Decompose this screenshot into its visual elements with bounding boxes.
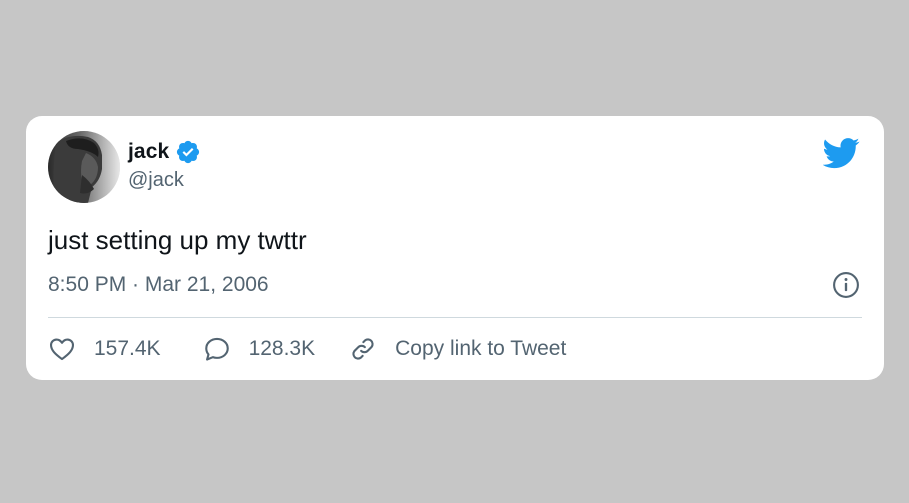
profile-photo: [48, 131, 120, 203]
tweet-text: just setting up my twttr: [48, 225, 307, 255]
link-icon: [352, 338, 374, 360]
reply-button[interactable]: 128.3K: [203, 335, 316, 363]
heart-icon: [49, 338, 75, 361]
tweet-timestamp[interactable]: 8:50 PM · Mar 21, 2006: [48, 273, 269, 297]
avatar[interactable]: [48, 131, 120, 203]
info-icon[interactable]: [832, 271, 860, 299]
tweet-actions: 157.4K 128.3K Copy link to Tweet: [48, 334, 566, 364]
author-handle[interactable]: @jack: [128, 169, 184, 192]
divider: [48, 317, 862, 318]
verified-badge-icon: [177, 140, 200, 164]
author-name-row: jack: [128, 139, 201, 165]
like-count: 157.4K: [94, 337, 161, 360]
copy-link-label: Copy link to Tweet: [395, 337, 567, 360]
like-button[interactable]: 157.4K: [48, 335, 161, 363]
display-name[interactable]: jack: [128, 140, 169, 164]
copy-link-button[interactable]: Copy link to Tweet: [349, 335, 566, 363]
twitter-bird-icon[interactable]: [823, 134, 860, 171]
reply-count: 128.3K: [248, 337, 316, 360]
tweet-card: jack @jack just setting up my twttr 8:50…: [26, 116, 884, 380]
reply-bubble-icon: [204, 337, 229, 361]
